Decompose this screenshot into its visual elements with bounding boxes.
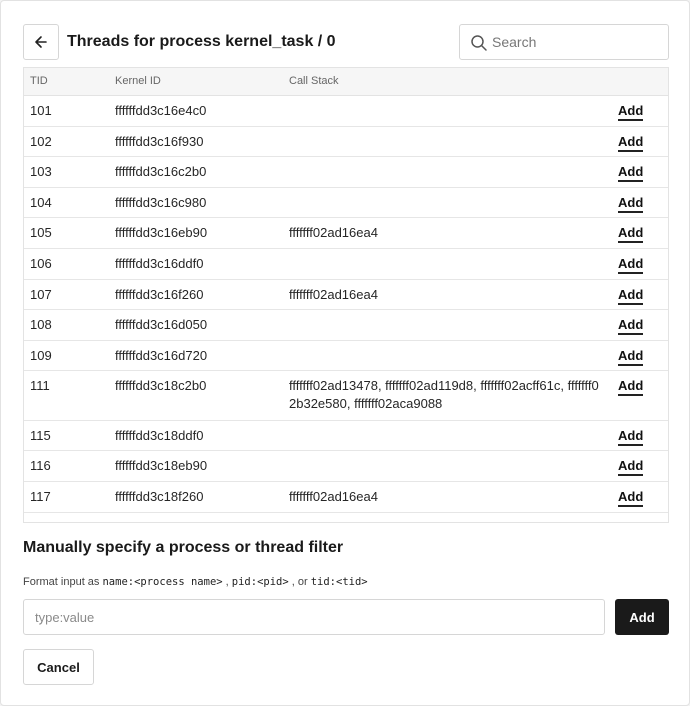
search-input[interactable] xyxy=(492,26,662,58)
threads-dialog: Threads for process kernel_task / 0 TID … xyxy=(0,0,690,706)
table-row: 108 ffffffdd3c16d050 Add xyxy=(24,310,668,341)
table-row: 109 ffffffdd3c16d720 Add xyxy=(24,341,668,372)
format-sep: , or xyxy=(291,576,308,588)
add-thread-button[interactable]: Add xyxy=(618,348,644,366)
cell-tid: 108 xyxy=(30,317,52,333)
cell-kernel-id: ffffffdd3c16f930 xyxy=(115,133,204,149)
format-sep: , xyxy=(225,576,229,588)
cell-kernel-id: ffffffdd3c18c2b0 xyxy=(115,378,207,394)
table-row: 104 ffffffdd3c16c980 Add xyxy=(24,188,668,219)
add-thread-button[interactable]: Add xyxy=(618,226,644,244)
cell-tid: 101 xyxy=(30,103,52,118)
column-header-kernel-id: Kernel ID xyxy=(115,75,161,87)
table-row: 111 ffffffdd3c18c2b0 fffffff02ad13478, fff… xyxy=(24,371,668,421)
filter-input[interactable] xyxy=(23,599,605,635)
add-thread-button[interactable]: Add xyxy=(618,318,644,336)
cell-kernel-id: ffffffdd3c18eb90 xyxy=(115,458,208,474)
add-thread-button[interactable]: Add xyxy=(618,379,644,397)
add-filter-button[interactable]: Add xyxy=(615,599,669,635)
page-title: Threads for process kernel_task / 0 xyxy=(67,33,336,50)
cell-call-stack: fffffff02ad16ea4 xyxy=(289,225,378,241)
format-prefix: Format input as xyxy=(23,576,100,588)
search-icon xyxy=(471,35,487,51)
cell-call-stack: fffffff02ad16ea4 xyxy=(289,286,378,302)
dialog-header: Threads for process kernel_task / 0 xyxy=(23,24,669,60)
add-thread-button[interactable]: Add xyxy=(618,287,644,305)
cell-tid: 111 xyxy=(30,378,50,394)
cell-kernel-id: ffffffdd3c18f260 xyxy=(115,489,204,505)
table-row: 107 ffffffdd3c16f260 fffffff02ad16ea4 Add xyxy=(24,280,668,311)
cell-kernel-id: ffffffdd3c16ddf0 xyxy=(115,255,204,271)
cell-tid: 109 xyxy=(30,347,52,363)
table-row: 116 ffffffdd3c18eb90 Add xyxy=(24,451,668,483)
add-thread-button[interactable]: Add xyxy=(618,195,644,213)
add-thread-button[interactable]: Add xyxy=(618,104,644,121)
cell-kernel-id: ffffffdd3c16d050 xyxy=(115,317,208,333)
back-button[interactable] xyxy=(23,24,59,60)
cell-tid: 103 xyxy=(30,164,52,180)
cell-kernel-id: ffffffdd3c16c980 xyxy=(115,194,207,210)
format-name: name:<process name> xyxy=(102,576,223,588)
add-thread-button[interactable]: Add xyxy=(618,459,644,477)
cell-kernel-id: ffffffdd3c16d720 xyxy=(115,347,208,363)
cell-call-stack: fffffff02ad13478, fffffff02ad119d8, ffff… xyxy=(289,378,599,412)
cell-kernel-id: ffffffdd3c16c2b0 xyxy=(115,164,207,180)
cell-tid: 102 xyxy=(30,133,52,149)
column-header-call-stack: Call Stack xyxy=(289,75,339,87)
cell-kernel-id: ffffffdd3c16f260 xyxy=(115,286,204,302)
table-row: 117 ffffffdd3c18f260 fffffff02ad16ea4 Add xyxy=(24,482,668,513)
cell-call-stack: fffffff02ad16ea4 xyxy=(289,489,378,505)
column-header-tid: TID xyxy=(30,75,48,87)
cell-tid: 107 xyxy=(30,286,52,302)
cell-tid: 115 xyxy=(30,427,51,443)
table-row: 103 ffffffdd3c16c2b0 Add xyxy=(24,157,668,188)
format-tid: tid:<tid> xyxy=(310,576,368,588)
cell-tid: 117 xyxy=(30,489,51,505)
table-row: 101 ffffffdd3c16e4c0 Add xyxy=(24,96,668,127)
format-pid: pid:<pid> xyxy=(231,576,289,588)
table-header: TID Kernel ID Call Stack xyxy=(24,68,668,96)
table-body: 101 ffffffdd3c16e4c0 Add 102 ffffffdd3c16f93… xyxy=(24,96,668,513)
cell-tid: 105 xyxy=(30,225,52,241)
cell-tid: 104 xyxy=(30,194,52,210)
table-row: 105 ffffffdd3c16eb90 fffffff02ad16ea4 Add xyxy=(24,218,668,249)
cell-tid: 116 xyxy=(30,458,51,474)
cell-tid: 106 xyxy=(30,255,52,271)
cancel-button[interactable]: Cancel xyxy=(23,649,94,685)
table-row: 106 ffffffdd3c16ddf0 Add xyxy=(24,249,668,280)
format-hint: Format input as name:<process name> , pi… xyxy=(23,576,368,588)
table-row: 102 ffffffdd3c16f930 Add xyxy=(24,127,668,158)
add-thread-button[interactable]: Add xyxy=(618,134,644,152)
cell-kernel-id: ffffffdd3c16eb90 xyxy=(115,225,208,241)
threads-table[interactable]: TID Kernel ID Call Stack 101 ffffffdd3c16… xyxy=(23,67,669,523)
cell-kernel-id: ffffffdd3c18ddf0 xyxy=(115,427,204,443)
search-box[interactable] xyxy=(459,24,669,60)
table-row: 115 ffffffdd3c18ddf0 Add xyxy=(24,421,668,452)
add-thread-button[interactable]: Add xyxy=(618,256,644,274)
add-thread-button[interactable]: Add xyxy=(618,165,644,183)
arrow-left-icon xyxy=(35,36,47,48)
add-thread-button[interactable]: Add xyxy=(618,428,644,446)
cell-kernel-id: ffffffdd3c16e4c0 xyxy=(115,103,207,118)
add-thread-button[interactable]: Add xyxy=(618,490,644,508)
manual-filter-title: Manually specify a process or thread fil… xyxy=(23,539,344,556)
